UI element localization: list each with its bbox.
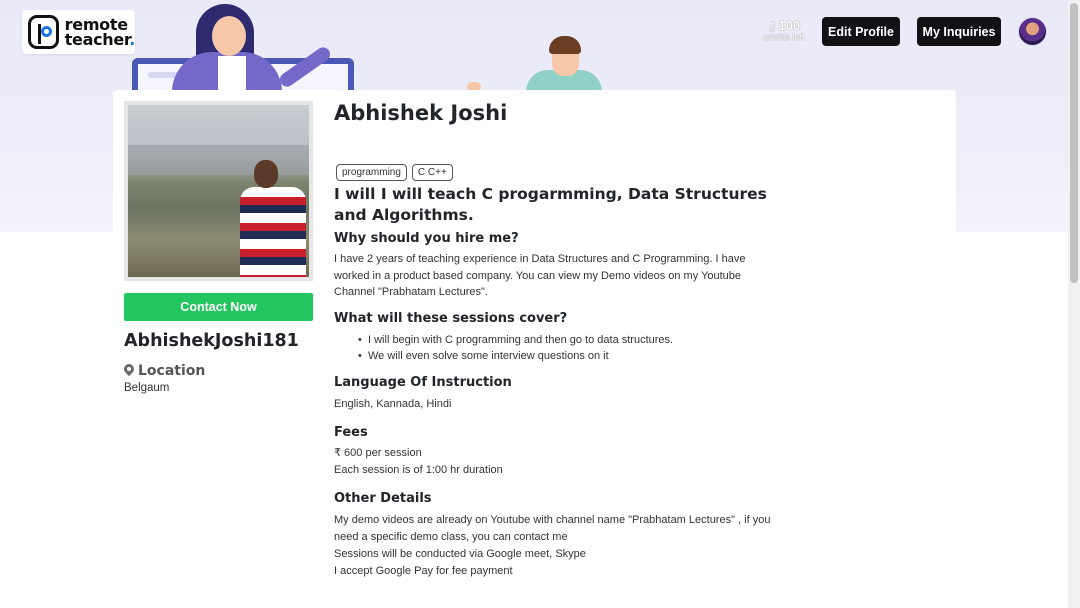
other-details-line: Sessions will be conducted via Google me… [334, 548, 586, 560]
edit-profile-button[interactable]: Edit Profile [822, 17, 900, 46]
scrollbar-thumb[interactable] [1070, 3, 1078, 283]
sessions-heading: What will these sessions cover? [334, 311, 568, 326]
page-scrollbar[interactable] [1068, 0, 1080, 608]
map-pin-icon [124, 364, 134, 378]
other-details-line: I accept Google Pay for fee payment [334, 565, 513, 577]
teacher-illustration-face [212, 16, 246, 56]
why-hire-text: I have 2 years of teaching experience in… [334, 253, 746, 298]
other-details-line: My demo videos are already on Youtube wi… [334, 514, 771, 543]
location-value: Belgaum [124, 382, 170, 394]
contact-now-button[interactable]: Contact Now [124, 293, 313, 321]
logo-dot: . [129, 30, 135, 49]
gig-headline: I will I will teach C progarmming, Data … [334, 185, 767, 224]
profile-photo [124, 101, 313, 281]
logo-text: remote teacher. [64, 17, 136, 49]
subject-tag[interactable]: C C++ [411, 164, 453, 181]
logo-icon [28, 15, 59, 49]
user-avatar[interactable] [1018, 17, 1047, 46]
credits-value: 100 [778, 18, 801, 33]
list-item: We will even solve some interview questi… [358, 348, 673, 364]
subject-tag[interactable]: programming [336, 164, 407, 181]
list-item: I will begin with C programming and then… [358, 332, 673, 348]
location-heading: Location [124, 363, 205, 379]
fees-heading: Fees [334, 425, 368, 440]
logo-line2: teacher [64, 30, 130, 49]
language-heading: Language Of Instruction [334, 375, 512, 390]
session-duration: Each session is of 1:00 hr duration [334, 464, 503, 476]
key-icon: ⚷ [767, 18, 777, 33]
subject-tags: programming C C++ [336, 164, 453, 181]
sessions-list: I will begin with C programming and then… [358, 332, 673, 364]
tutor-name: Abhishek Joshi [334, 101, 508, 125]
other-details-heading: Other Details [334, 491, 432, 506]
fees-per-session: ₹ 600 per session [334, 447, 422, 459]
language-text: English, Kannada, Hindi [334, 398, 452, 410]
site-logo[interactable]: remote teacher. [22, 10, 135, 54]
username: AbhishekJoshi181 [124, 331, 299, 351]
why-hire-heading: Why should you hire me? [334, 231, 519, 246]
profile-photo-image [128, 105, 309, 277]
my-inquiries-button[interactable]: My Inquiries [917, 17, 1001, 46]
credits-indicator: ⚷ 100 credits left [760, 18, 808, 42]
teacher-illustration-shirt [218, 56, 246, 92]
location-heading-label: Location [138, 363, 206, 379]
student-illustration-hair [549, 36, 581, 54]
credits-label: credits left [763, 32, 805, 42]
